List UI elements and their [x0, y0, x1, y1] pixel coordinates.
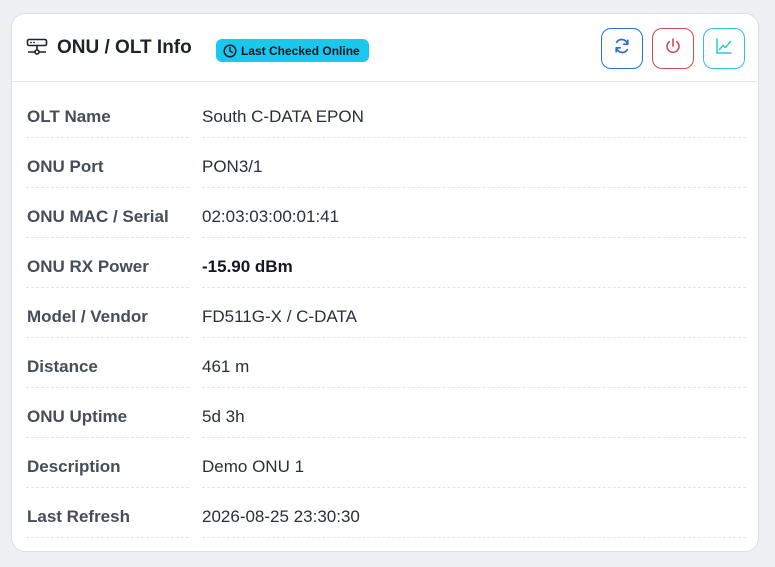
- network-device-icon: [26, 38, 48, 58]
- row-value: 461 m: [202, 342, 746, 388]
- row-value: 2026-08-25 23:30:30: [202, 492, 746, 538]
- row-value: FD511G-X / C-DATA: [202, 292, 746, 338]
- refresh-icon: [612, 36, 632, 61]
- row-label: Description: [26, 442, 189, 488]
- line-chart-icon: [714, 36, 734, 61]
- row-label: Model / Vendor: [26, 292, 189, 338]
- info-row-onu-rx-power: ONU RX Power -15.90 dBm: [26, 242, 746, 292]
- clock-icon: [223, 43, 237, 58]
- row-value: 02:03:03:00:01:41: [202, 192, 746, 238]
- info-row-onu-mac-serial: ONU MAC / Serial 02:03:03:00:01:41: [26, 192, 746, 242]
- power-button[interactable]: [652, 28, 694, 69]
- info-row-description: Description Demo ONU 1: [26, 442, 746, 492]
- row-label: ONU Port: [26, 142, 189, 188]
- row-value: -15.90 dBm: [202, 242, 746, 288]
- row-label: ONU RX Power: [26, 242, 189, 288]
- info-row-last-refresh: Last Refresh 2026-08-25 23:30:30: [26, 492, 746, 542]
- row-label: Distance: [26, 342, 189, 388]
- row-value: 5d 3h: [202, 392, 746, 438]
- info-row-distance: Distance 461 m: [26, 342, 746, 392]
- row-value: Demo ONU 1: [202, 442, 746, 488]
- info-row-onu-port: ONU Port PON3/1: [26, 142, 746, 192]
- card-title: ONU / OLT Info: [57, 37, 192, 58]
- row-value: South C-DATA EPON: [202, 92, 746, 138]
- row-label: ONU Uptime: [26, 392, 189, 438]
- row-label: ONU MAC / Serial: [26, 192, 189, 238]
- info-row-olt-name: OLT Name South C-DATA EPON: [26, 92, 746, 142]
- info-row-model-vendor: Model / Vendor FD511G-X / C-DATA: [26, 292, 746, 342]
- row-label: OLT Name: [26, 92, 189, 138]
- info-row-onu-uptime: ONU Uptime 5d 3h: [26, 392, 746, 442]
- row-label: Last Refresh: [26, 492, 189, 538]
- onu-olt-info-card: ONU / OLT Info Last Checked Online OLT N…: [11, 13, 759, 552]
- status-badge: Last Checked Online: [216, 39, 369, 62]
- card-header: ONU / OLT Info Last Checked Online: [12, 14, 758, 82]
- status-badge-label: Last Checked Online: [241, 43, 360, 58]
- info-table: OLT Name South C-DATA EPON ONU Port PON3…: [26, 92, 746, 542]
- refresh-button[interactable]: [601, 28, 643, 69]
- graph-button[interactable]: [703, 28, 745, 69]
- power-icon: [663, 36, 683, 61]
- row-value: PON3/1: [202, 142, 746, 188]
